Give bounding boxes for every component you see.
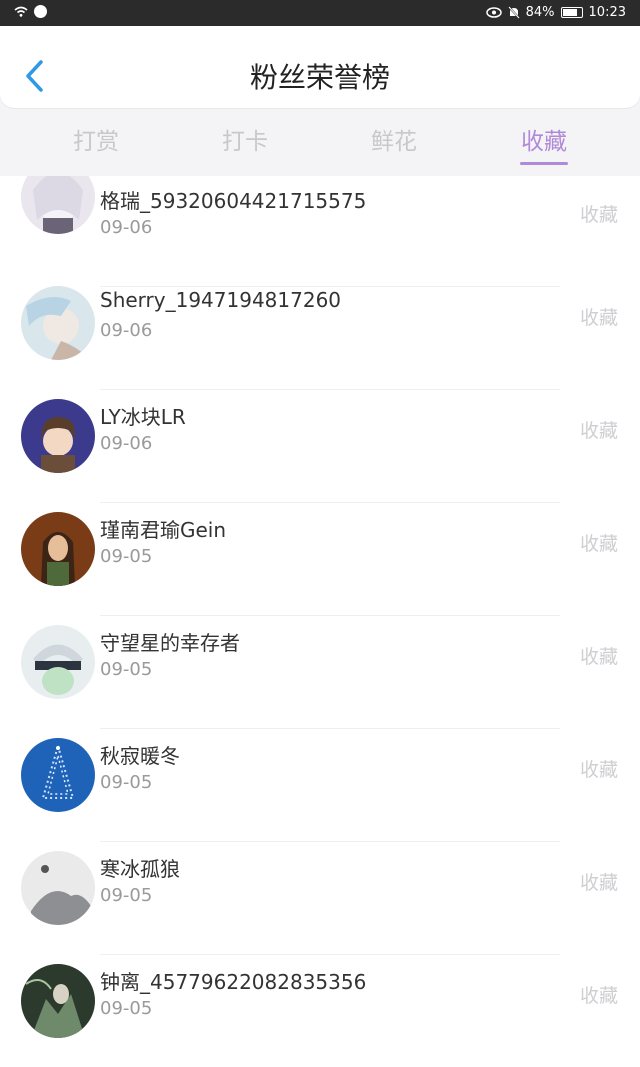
favorite-label: 收藏 <box>579 646 618 668</box>
fan-name: 寒冰孤狼 <box>100 857 180 881</box>
fan-date: 09-05 <box>100 772 153 793</box>
fan-name: 钟离_45779622082835356 <box>100 970 367 994</box>
fan-name: 秋寂暖冬 <box>100 744 180 768</box>
fan-date: 09-06 <box>100 433 153 454</box>
status-bar: 84% 10:23 <box>0 0 640 26</box>
avatar[interactable] <box>21 851 95 925</box>
battery-icon <box>560 7 583 18</box>
tab-label: 打卡 <box>222 129 268 155</box>
favorite-label: 收藏 <box>579 533 618 555</box>
avatar[interactable] <box>21 964 95 1038</box>
tab-reward[interactable]: 打赏 <box>36 122 156 156</box>
header-bar: 粉丝荣誉榜 <box>0 26 640 108</box>
tab-label: 鲜花 <box>371 129 417 155</box>
tab-flowers[interactable]: 鲜花 <box>334 122 454 156</box>
list-item[interactable]: 秋寂暖冬 09-05 收藏 <box>0 729 640 842</box>
battery-percent: 84% <box>525 5 555 20</box>
eye-icon <box>485 7 502 18</box>
fan-name: 守望星的幸存者 <box>100 631 240 655</box>
fan-date: 09-06 <box>100 320 153 341</box>
fan-name: LY冰块LR <box>100 405 186 429</box>
list-item[interactable]: 钟离_45779622082835356 09-05 收藏 <box>0 955 640 1067</box>
avatar[interactable] <box>21 399 95 473</box>
list-item[interactable]: 瑾南君瑜Gein 09-05 收藏 <box>0 503 640 616</box>
fan-name: 瑾南君瑜Gein <box>100 518 227 542</box>
favorite-label: 收藏 <box>579 759 618 781</box>
tab-label: 打赏 <box>73 129 119 155</box>
notification-icon <box>34 5 47 18</box>
mute-bell-icon <box>507 6 520 19</box>
tab-label: 收藏 <box>521 129 567 155</box>
fan-name: 格瑞_59320604421715575 <box>100 189 367 213</box>
favorite-label: 收藏 <box>579 985 618 1007</box>
fan-list: 格瑞_59320604421715575 09-06 收藏 Sherry_194… <box>0 176 640 1067</box>
fan-date: 09-06 <box>100 217 153 238</box>
fan-date: 09-05 <box>100 885 153 906</box>
avatar[interactable] <box>21 625 95 699</box>
tab-favorites[interactable]: 收藏 <box>484 122 604 165</box>
list-item[interactable]: 格瑞_59320604421715575 09-06 收藏 <box>0 176 640 287</box>
tab-bar: 打赏 打卡 鲜花 收藏 <box>0 112 640 176</box>
favorite-label: 收藏 <box>579 872 618 894</box>
avatar[interactable] <box>21 176 95 234</box>
active-tab-indicator <box>520 162 568 165</box>
list-item[interactable]: 守望星的幸存者 09-05 收藏 <box>0 616 640 729</box>
favorite-label: 收藏 <box>579 420 618 442</box>
clock: 10:23 <box>588 5 626 20</box>
favorite-label: 收藏 <box>579 204 618 226</box>
fan-date: 09-05 <box>100 998 153 1019</box>
page-title: 粉丝荣誉榜 <box>249 61 390 94</box>
wifi-icon <box>14 6 28 17</box>
fan-date: 09-05 <box>100 659 153 680</box>
favorite-label: 收藏 <box>579 307 618 329</box>
list-item[interactable]: Sherry_1947194817260 09-06 收藏 <box>0 277 640 390</box>
list-item[interactable]: LY冰块LR 09-06 收藏 <box>0 390 640 503</box>
tab-checkin[interactable]: 打卡 <box>185 122 305 156</box>
avatar[interactable] <box>21 512 95 586</box>
avatar[interactable] <box>21 738 95 812</box>
avatar[interactable] <box>21 286 95 360</box>
list-item[interactable]: 寒冰孤狼 09-05 收藏 <box>0 842 640 955</box>
fan-date: 09-05 <box>100 546 153 567</box>
fan-name: Sherry_1947194817260 <box>100 288 342 312</box>
